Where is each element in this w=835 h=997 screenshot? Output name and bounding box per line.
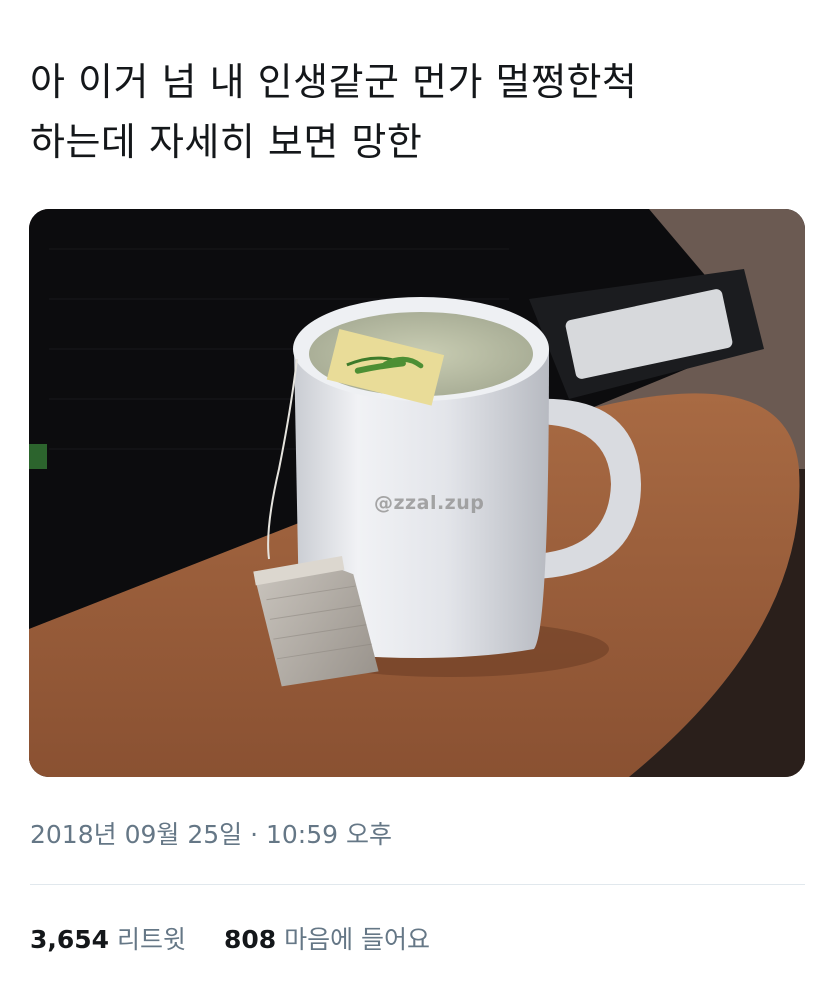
tweet-date: 2018년 09월 25일 [30, 820, 243, 849]
retweets-label: 리트윗 [117, 925, 187, 954]
tweet-stats: 3,654 리트윗 808 마음에 들어요 [30, 920, 430, 956]
image-watermark: @zzal.zup [374, 492, 485, 514]
tweet-time: 10:59 오후 [266, 820, 392, 849]
tweet-text: 아 이거 넘 내 인생같군 먼가 멀쩡한척 하는데 자세히 보면 망한 [30, 60, 638, 164]
retweets-count: 3,654 [30, 925, 110, 954]
tweet-timestamp[interactable]: 2018년 09월 25일 · 10:59 오후 [30, 815, 392, 851]
timestamp-separator: · [250, 820, 259, 849]
likes-label: 마음에 들어요 [284, 925, 431, 954]
retweets-stat[interactable]: 3,654 리트윗 [30, 925, 194, 954]
likes-stat[interactable]: 808 마음에 들어요 [224, 925, 430, 954]
divider [30, 884, 805, 885]
tweet-photo[interactable]: @zzal.zup [29, 209, 805, 777]
likes-count: 808 [223, 925, 277, 954]
